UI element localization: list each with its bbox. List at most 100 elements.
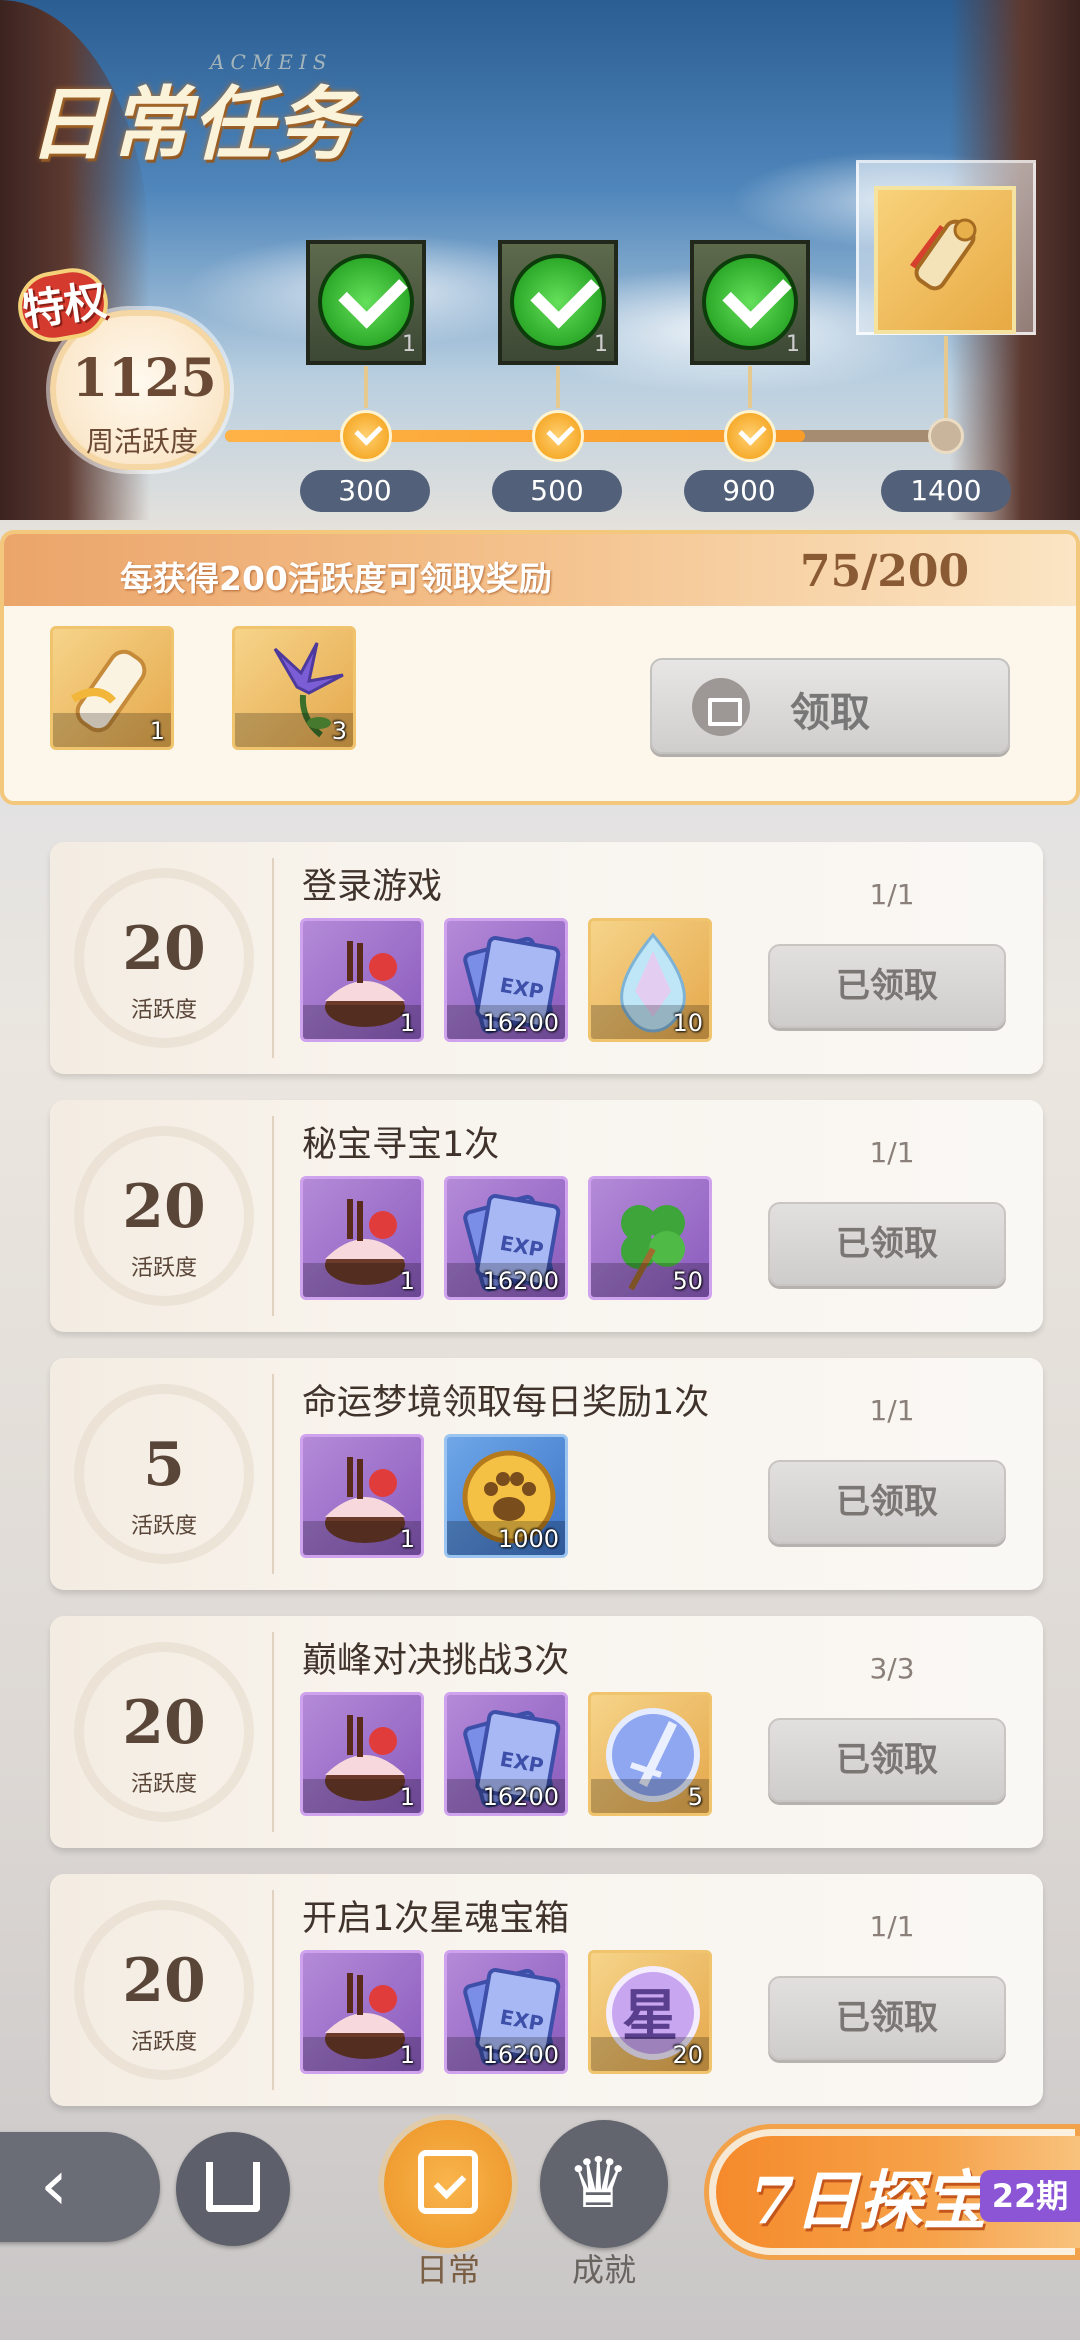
claim-bonus-label: 领取 xyxy=(790,690,870,736)
task-points-label: 活跃度 xyxy=(130,998,197,1023)
task-points: 20 xyxy=(122,1688,206,1758)
task-progress: 1/1 xyxy=(869,1394,915,1427)
scroll-icon xyxy=(910,218,977,291)
item-count: 50 xyxy=(672,1267,703,1295)
task-reward-item[interactable]: 1000 xyxy=(444,1434,568,1558)
item-count: 1 xyxy=(399,1783,415,1811)
claimed-check-icon xyxy=(702,254,798,350)
item-count: 5 xyxy=(687,1783,703,1811)
task-progress: 1/1 xyxy=(869,878,915,911)
item-count: 10 xyxy=(672,1009,703,1037)
weekly-progress-fill xyxy=(225,430,805,442)
chevron-left-icon: ‹ xyxy=(40,2144,68,2226)
item-count: 1 xyxy=(149,717,165,745)
task-reward-item[interactable]: EXP 16200 xyxy=(444,1950,568,2074)
milestone-node-check-icon xyxy=(532,410,584,462)
milestone-node-check-icon xyxy=(724,410,776,462)
milestone-connector xyxy=(748,366,752,408)
task-title: 巅峰对决挑战3次 xyxy=(302,1641,570,1681)
task-reward-item[interactable]: 1 xyxy=(300,1434,424,1558)
weekly-activity-value: 1125 xyxy=(72,348,217,409)
task-reward-item[interactable]: 10 xyxy=(588,918,712,1042)
item-count: 16200 xyxy=(482,1267,559,1295)
task-reward-item[interactable]: 1 xyxy=(300,918,424,1042)
card-divider xyxy=(272,858,274,1058)
task-reward-item[interactable]: 1 xyxy=(300,1176,424,1300)
bonus-reward-progress: 75/200 xyxy=(800,546,970,597)
calendar-check-icon xyxy=(418,2150,478,2214)
home-icon xyxy=(206,2162,260,2212)
crown-icon: ♛ xyxy=(567,2142,630,2224)
task-progress: 3/3 xyxy=(869,1652,915,1685)
task-claimed-button[interactable]: 已领取 xyxy=(768,1202,1006,1286)
milestone-node-pending-icon xyxy=(928,418,964,454)
event-period-badge: 22期 xyxy=(980,2170,1080,2222)
card-divider xyxy=(272,1632,274,1832)
task-points: 20 xyxy=(122,914,206,984)
task-points-label: 活跃度 xyxy=(130,2030,197,2055)
task-title: 开启1次星魂宝箱 xyxy=(302,1899,570,1939)
task-points-label: 活跃度 xyxy=(130,1256,197,1281)
bonus-reward-title: 每获得200活跃度可领取奖励 xyxy=(120,559,552,598)
claimed-check-icon xyxy=(318,254,414,350)
task-progress: 1/1 xyxy=(869,1136,915,1169)
item-count: 16200 xyxy=(482,2041,559,2069)
card-divider xyxy=(272,1374,274,1574)
milestone-connector xyxy=(944,336,948,420)
item-count: 16200 xyxy=(482,1783,559,1811)
milestone-label: 1400 xyxy=(881,470,1011,512)
back-button[interactable] xyxy=(0,2132,160,2242)
tab-daily-label: 日常 xyxy=(415,2251,480,2289)
milestone-reward-count: 1 xyxy=(786,332,800,357)
milestone-label: 900 xyxy=(684,470,814,512)
tab-achievement-label: 成就 xyxy=(571,2251,636,2289)
card-divider xyxy=(272,1116,274,1316)
bonus-item-scroll[interactable]: 1 xyxy=(50,626,174,750)
task-points: 5 xyxy=(143,1430,185,1500)
bonus-item-flower[interactable]: 3 xyxy=(232,626,356,750)
task-points-label: 活跃度 xyxy=(130,1772,197,1797)
task-claimed-button[interactable]: 已领取 xyxy=(768,1460,1006,1544)
task-points: 20 xyxy=(122,1172,206,1242)
task-title: 秘宝寻宝1次 xyxy=(302,1125,500,1165)
task-claimed-button[interactable]: 已领取 xyxy=(768,1718,1006,1802)
gift-icon xyxy=(692,678,750,736)
milestone-reward-count: 1 xyxy=(594,332,608,357)
task-points-label: 活跃度 xyxy=(130,1514,197,1539)
item-count: 16200 xyxy=(482,1009,559,1037)
task-reward-item[interactable]: EXP 16200 xyxy=(444,1692,568,1816)
task-claimed-button[interactable]: 已领取 xyxy=(768,944,1006,1028)
milestone-reward-900[interactable]: 1 xyxy=(690,240,810,365)
task-reward-item[interactable]: 星 20 xyxy=(588,1950,712,2074)
item-count: 1 xyxy=(399,1525,415,1553)
task-title: 登录游戏 xyxy=(302,867,443,907)
item-count: 3 xyxy=(331,717,347,745)
item-count: 1 xyxy=(399,1267,415,1295)
milestone-connector xyxy=(364,366,368,408)
task-claimed-button[interactable]: 已领取 xyxy=(768,1976,1006,2060)
task-points: 20 xyxy=(122,1946,206,2016)
milestone-reward-300[interactable]: 1 xyxy=(306,240,426,365)
task-reward-item[interactable]: 5 xyxy=(588,1692,712,1816)
weekly-activity-label: 周活跃度 xyxy=(85,425,198,458)
page-title: 日常任务 xyxy=(28,77,356,171)
privilege-badge-label: 特权 xyxy=(19,275,110,336)
item-count: 20 xyxy=(672,2041,703,2069)
task-reward-item[interactable]: 50 xyxy=(588,1176,712,1300)
task-reward-item[interactable]: 1 xyxy=(300,1692,424,1816)
item-count: 1 xyxy=(399,1009,415,1037)
milestone-label: 500 xyxy=(492,470,622,512)
event-title: 7日探宝 xyxy=(750,2164,987,2239)
task-reward-item[interactable]: 1 xyxy=(300,1950,424,2074)
milestone-connector xyxy=(556,366,560,408)
task-progress: 1/1 xyxy=(869,1910,915,1943)
card-divider xyxy=(272,1890,274,2090)
claimed-check-icon xyxy=(510,254,606,350)
task-reward-item[interactable]: EXP 16200 xyxy=(444,918,568,1042)
milestone-node-check-icon xyxy=(340,410,392,462)
task-title: 命运梦境领取每日奖励1次 xyxy=(302,1383,710,1423)
milestone-reward-500[interactable]: 1 xyxy=(498,240,618,365)
milestone-label: 300 xyxy=(300,470,430,512)
milestone-reward-count: 1 xyxy=(402,332,416,357)
task-reward-item[interactable]: EXP 16200 xyxy=(444,1176,568,1300)
